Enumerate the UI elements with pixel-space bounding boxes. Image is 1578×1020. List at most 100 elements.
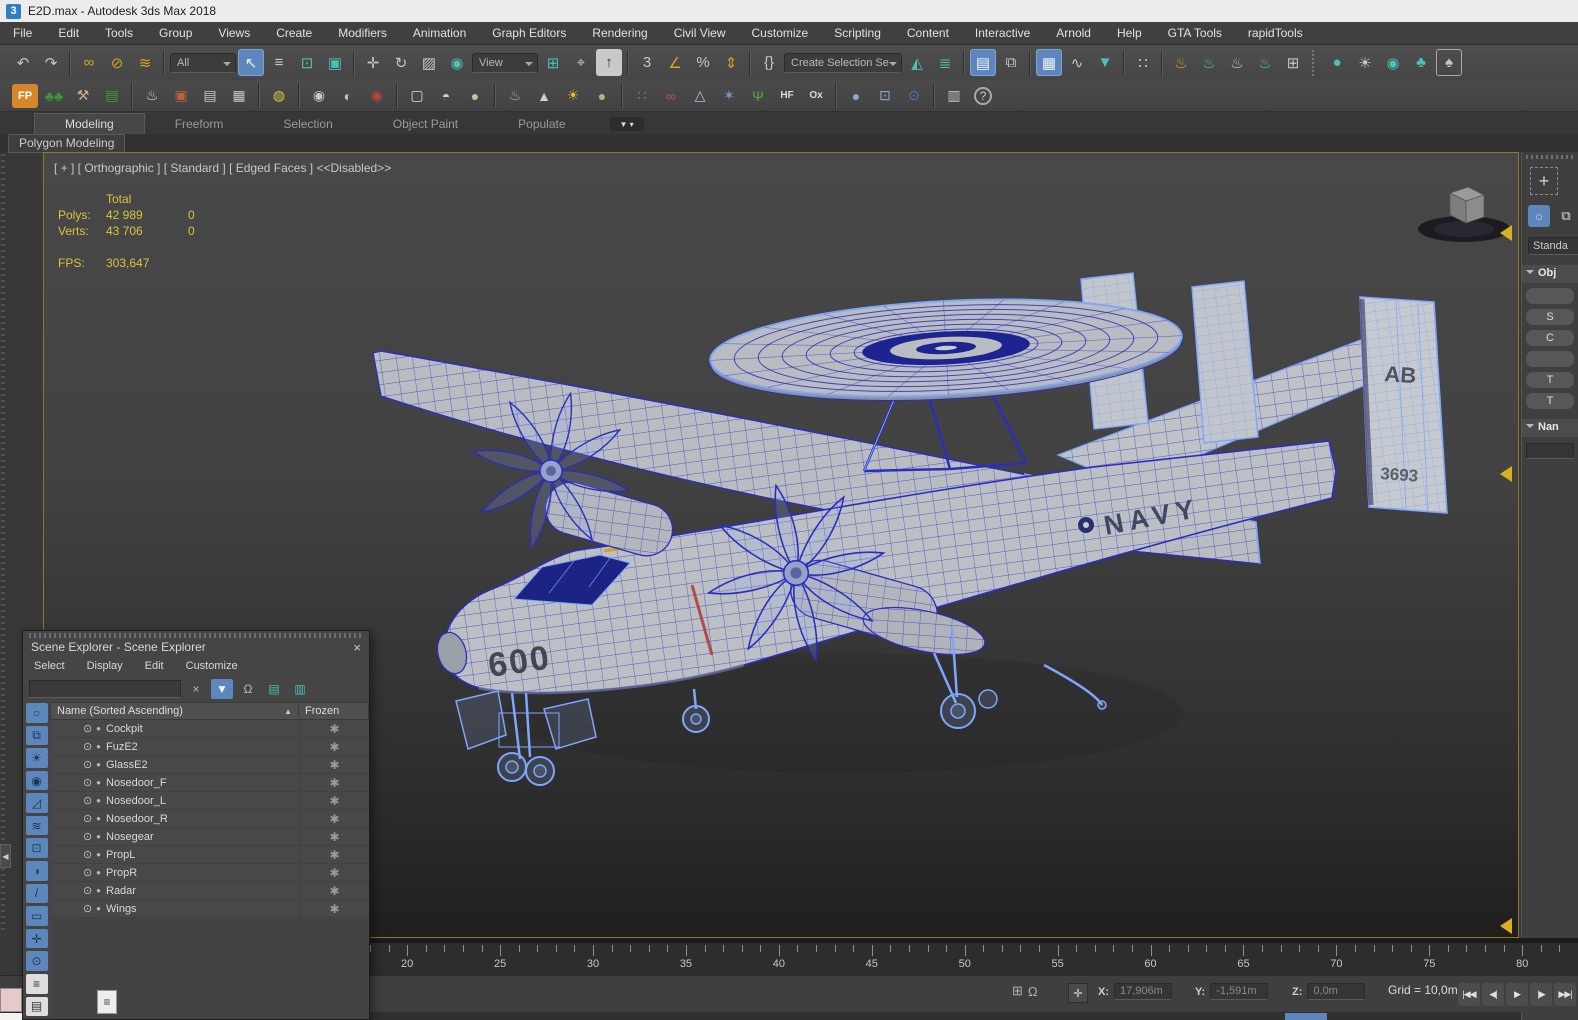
menu-item[interactable]: GTA Tools [1155,22,1235,44]
create-tab-ghost-icon[interactable]: + [1530,167,1558,195]
menu-item[interactable]: Graph Editors [479,22,579,44]
sphere-box-icon[interactable]: ⊡ [872,84,898,108]
primitive-button[interactable]: T [1526,393,1574,409]
play-button[interactable]: ▶ [1506,983,1528,1006]
menu-item[interactable]: File [0,22,45,44]
molecule-icon[interactable]: ∞ [658,84,684,108]
visibility-eye-icon[interactable]: ⊙ [83,848,92,861]
primitive-button[interactable]: T [1526,372,1574,388]
menu-item[interactable]: Rendering [579,22,660,44]
sphere-blue-icon[interactable]: ● [843,84,869,108]
select-and-place-icon[interactable]: ◉ [444,49,470,76]
select-and-rotate-icon[interactable]: ↻ [388,49,414,76]
table-row[interactable]: ⊙ ● Nosegear ✱ [50,828,369,846]
menu-item[interactable]: rapidTools [1235,22,1316,44]
window-crossing-icon[interactable]: ▣ [322,49,348,76]
frozen-snowflake-icon[interactable]: ✱ [299,740,369,754]
toolbar-separator[interactable] [298,84,300,108]
daylight-sun-icon[interactable]: ☀ [560,84,586,108]
filter-all-icon[interactable]: ○ [26,703,48,723]
help-icon[interactable]: ? [974,87,992,105]
primitive-button[interactable]: S [1526,309,1574,325]
object-name[interactable]: FuzE2 [106,741,299,753]
rectangular-selection-icon[interactable]: ⊡ [294,49,320,76]
go-to-start-button[interactable]: |◀◀ [1458,983,1480,1006]
filter-cameras-icon[interactable]: ◉ [26,771,48,791]
visibility-eye-icon[interactable]: ⊙ [83,812,92,825]
table-row[interactable]: ⊙ ● PropL ✱ [50,846,369,864]
tab-create[interactable]: ○ [1528,205,1550,227]
toolbar-separator[interactable] [353,51,355,75]
menu-item[interactable]: Modifiers [325,22,400,44]
frozen-snowflake-icon[interactable]: ✱ [299,884,369,898]
dome-primitive-icon[interactable]: ◓ [433,84,459,108]
table-row[interactable]: ⊙ ● FuzE2 ✱ [50,738,369,756]
keyboard-override-icon[interactable]: ↑ [596,49,622,76]
sphere-olive-icon[interactable]: ● [589,84,615,108]
rendered-frame-window-icon[interactable]: ♨ [1196,49,1222,76]
panel-drag-handle[interactable] [1526,155,1574,159]
mountain-icon[interactable]: ▲ [531,84,557,108]
render-elements-icon[interactable]: ▦ [226,84,252,108]
select-and-link-icon[interactable]: ∞ [76,49,102,76]
menu-item[interactable]: Create [263,22,325,44]
render-production-icon[interactable]: ♨ [1224,49,1250,76]
frozen-snowflake-icon[interactable]: ✱ [299,830,369,844]
visibility-eye-icon[interactable]: ⊙ [83,830,92,843]
visibility-eye-icon[interactable]: ⊙ [83,884,92,897]
scene-explorer-menu-item[interactable]: Select [23,660,76,672]
named-selection-sets-icon[interactable]: {} [756,49,782,76]
selection-set-dropdown[interactable]: Create Selection Se [784,53,902,73]
object-name[interactable]: Nosedoor_R [106,813,299,825]
menu-item[interactable]: Arnold [1043,22,1104,44]
primitive-button[interactable] [1526,351,1574,367]
list-settings-icon[interactable]: ▤ [99,84,125,108]
menu-item[interactable]: Tools [92,22,146,44]
next-frame-button[interactable]: |▶ [1530,983,1552,1006]
select-and-move-icon[interactable]: ✛ [360,49,386,76]
selection-filter-dropdown[interactable]: All [170,53,236,73]
toolbar-separator[interactable] [494,84,496,108]
filter-spacewarps-icon[interactable]: ≋ [26,816,48,836]
menu-item[interactable]: Group [146,22,205,44]
sun-icon[interactable]: ☀ [1352,49,1378,76]
sphere-select-region-icon[interactable]: ⊙ [901,84,927,108]
snaps-toggle-3d-icon[interactable]: 3 [634,49,660,76]
tools-icon[interactable]: ⚒ [70,84,96,108]
ribbon-tab[interactable]: Freeform [145,114,254,134]
scene-explorer-menu-item[interactable]: Customize [175,660,249,672]
object-name[interactable]: Nosegear [106,831,299,843]
viewport-label[interactable]: [ + ] [ Orthographic ] [ Standard ] [ Ed… [54,161,391,175]
primitive-button[interactable]: C [1526,330,1574,346]
ribbon-toggle-icon[interactable]: ▦ [1036,49,1062,76]
plane-primitive-icon[interactable]: ▢ [404,84,430,108]
menu-item[interactable]: Help [1104,22,1155,44]
filter-shapes-icon[interactable]: ⧉ [26,726,48,746]
close-icon[interactable]: × [353,640,361,655]
select-object-icon[interactable]: ↖ [238,49,264,76]
spinner-snap-icon[interactable]: ⇕ [718,49,744,76]
camera-red-icon[interactable]: ◉ [364,84,390,108]
table-row[interactable]: ⊙ ● Cockpit ✱ [50,720,369,738]
frozen-snowflake-icon[interactable]: ✱ [299,866,369,880]
forestpack-icon[interactable]: FP [12,84,38,108]
toolbar-separator[interactable] [627,51,629,75]
x-coordinate-field[interactable]: 17,906m [1114,983,1172,1000]
align-icon[interactable]: ≣ [932,49,958,76]
rollout-name-color[interactable]: Nan [1522,419,1578,437]
select-and-manipulate-icon[interactable]: ⌖ [568,49,594,76]
transform-typein-icon[interactable]: ✛ [1068,983,1088,1003]
table-row[interactable]: ⊙ ● Nosedoor_F ✱ [50,774,369,792]
toolbar-separator[interactable] [835,84,837,108]
table-row[interactable]: ⊙ ● Nosedoor_L ✱ [50,792,369,810]
visibility-eye-icon[interactable]: ⊙ [83,740,92,753]
light-bulb-icon[interactable]: ● [1324,49,1350,76]
frozen-snowflake-icon[interactable]: ✱ [299,776,369,790]
mini-toolbar-icon[interactable]: ≡ [97,990,117,1014]
scene-explorer-menu-item[interactable]: Display [76,660,134,672]
frozen-snowflake-icon[interactable]: ✱ [299,848,369,862]
scene-explorer-toggle-icon[interactable]: ▤ [970,49,996,76]
mini-listener-white[interactable] [0,1013,22,1020]
object-name[interactable]: Radar [106,885,299,897]
table-row[interactable]: ⊙ ● Nosedoor_R ✱ [50,810,369,828]
